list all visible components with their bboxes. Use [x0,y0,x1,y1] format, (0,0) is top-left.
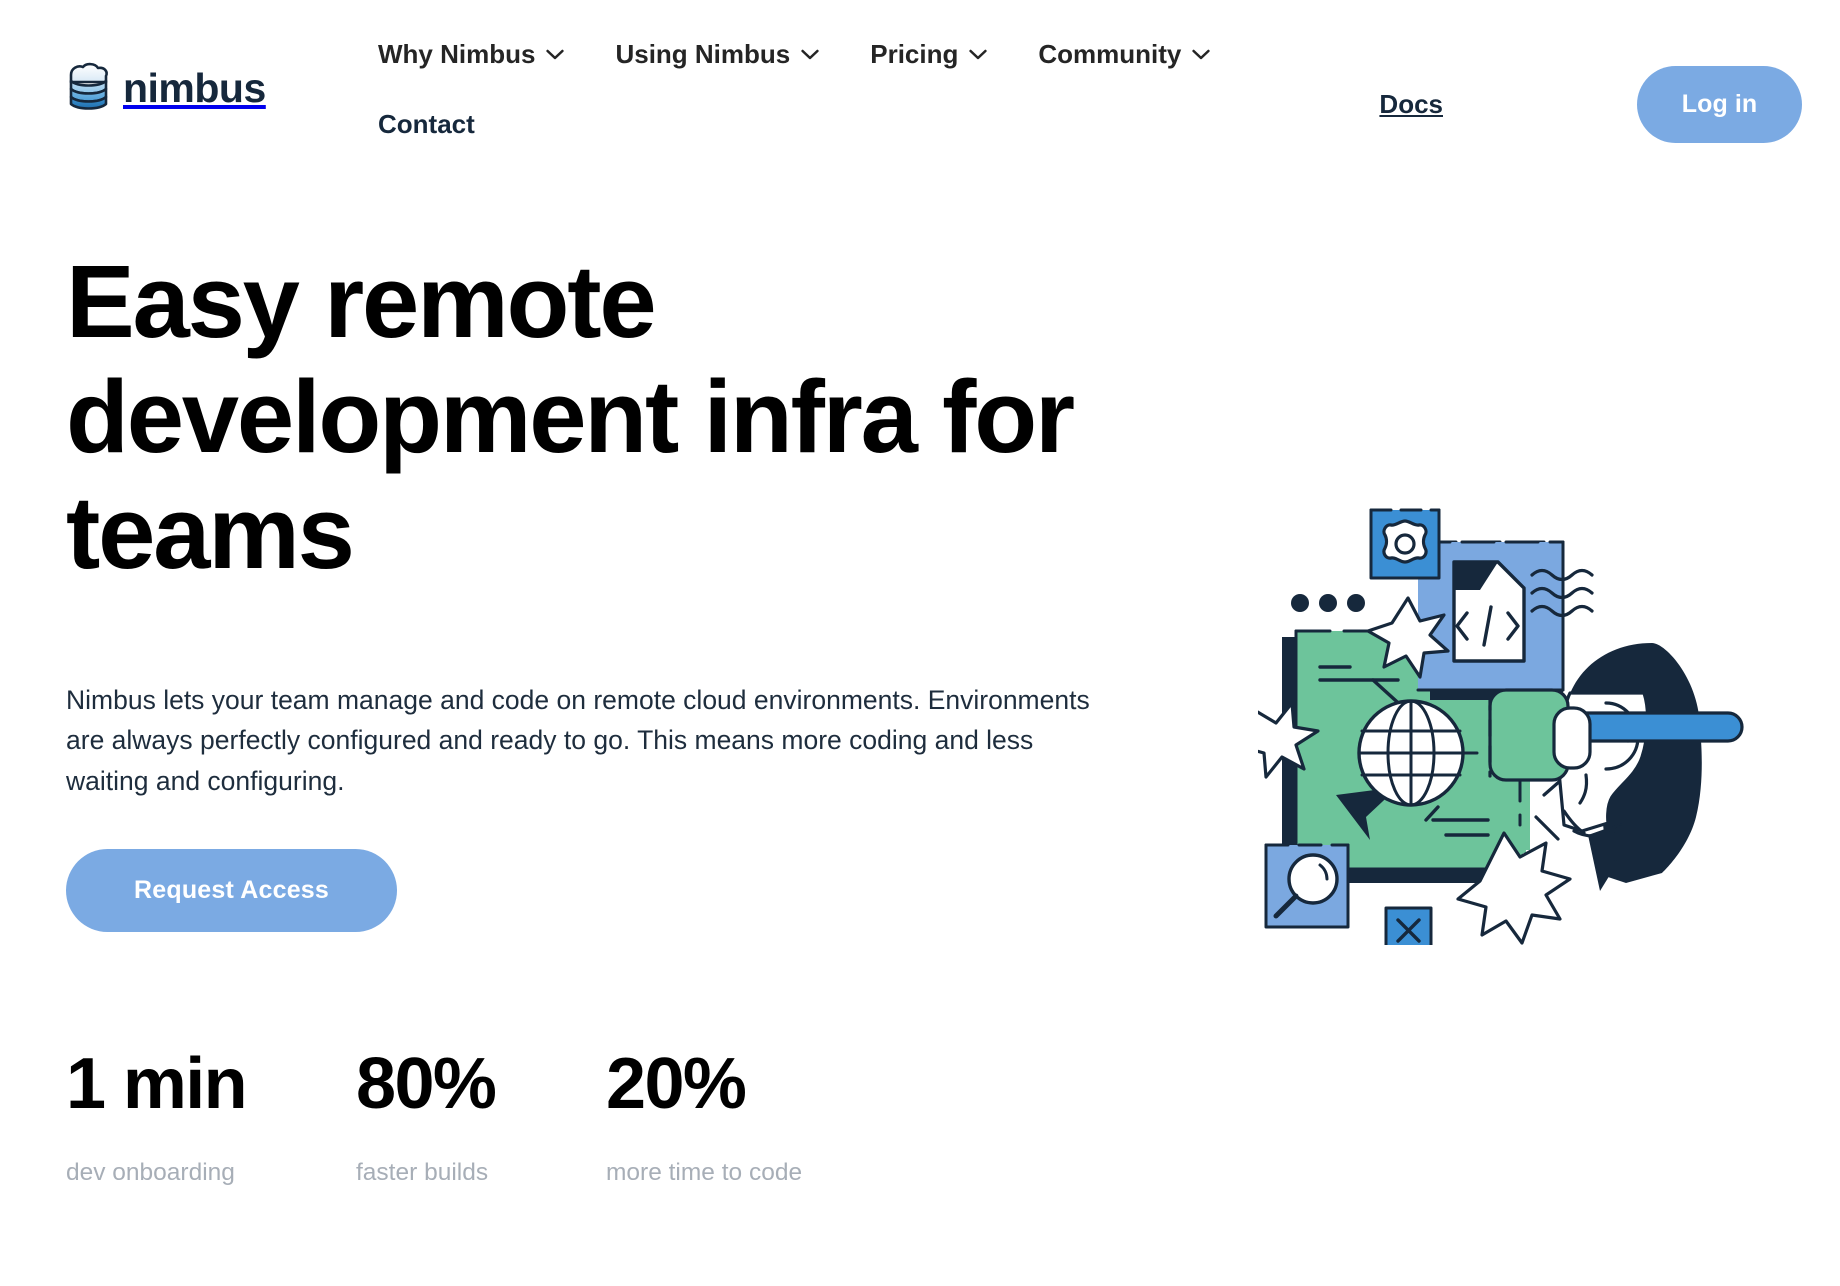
docs-link[interactable]: Docs [1379,89,1443,120]
remote-dev-vr-illustration [1258,495,1818,945]
nav-item-using-nimbus[interactable]: Using Nimbus [615,32,819,76]
brand-logo[interactable]: nimbus [66,62,266,114]
brand-name: nimbus [123,64,266,111]
login-button[interactable]: Log in [1637,66,1802,143]
stat-item: 80% faster builds [356,1044,606,1188]
request-access-button[interactable]: Request Access [66,849,397,932]
landing-page: nimbus Why Nimbus Using Nimbus Pricing C… [0,0,1840,1286]
stat-value: 80% [356,1044,497,1124]
nav-item-community[interactable]: Community [1038,32,1211,76]
nav-label: Pricing [870,38,959,69]
chevron-down-icon [969,49,988,60]
stat-label: dev onboarding [66,1159,235,1187]
stats-row: 1 min dev onboarding 80% faster builds 2… [66,1044,906,1188]
stacked-cloud-database-icon [66,62,112,114]
stat-item: 1 min dev onboarding [66,1044,356,1188]
page-title: Easy remote development infra for teams [66,244,1075,590]
close-x-icon [1384,906,1433,945]
code-file-icon [1452,560,1526,663]
gear-settings-icon [1369,508,1441,580]
window-dots [1291,594,1365,612]
stat-value: 1 min [66,1044,248,1124]
stat-value: 20% [606,1044,747,1124]
nav-label: Why Nimbus [378,38,536,69]
nav-label: Using Nimbus [615,38,791,69]
header-actions: Docs Log in [1200,0,1840,160]
stat-label: more time to code [606,1159,803,1187]
search-magnifier-icon [1264,843,1350,929]
chevron-down-icon [546,49,565,60]
nav-label: Community [1038,38,1182,69]
nav-item-why-nimbus[interactable]: Why Nimbus [378,32,565,76]
nav-item-pricing[interactable]: Pricing [870,32,988,76]
hero-section: Easy remote development infra for teams … [66,244,1126,932]
stat-item: 20% more time to code [606,1044,906,1188]
nav-label: Contact [378,108,475,139]
site-header: nimbus Why Nimbus Using Nimbus Pricing C… [0,0,1840,200]
chevron-down-icon [801,49,819,60]
hero-subcopy: Nimbus lets your team manage and code on… [66,685,1090,796]
stat-label: faster builds [356,1159,489,1187]
